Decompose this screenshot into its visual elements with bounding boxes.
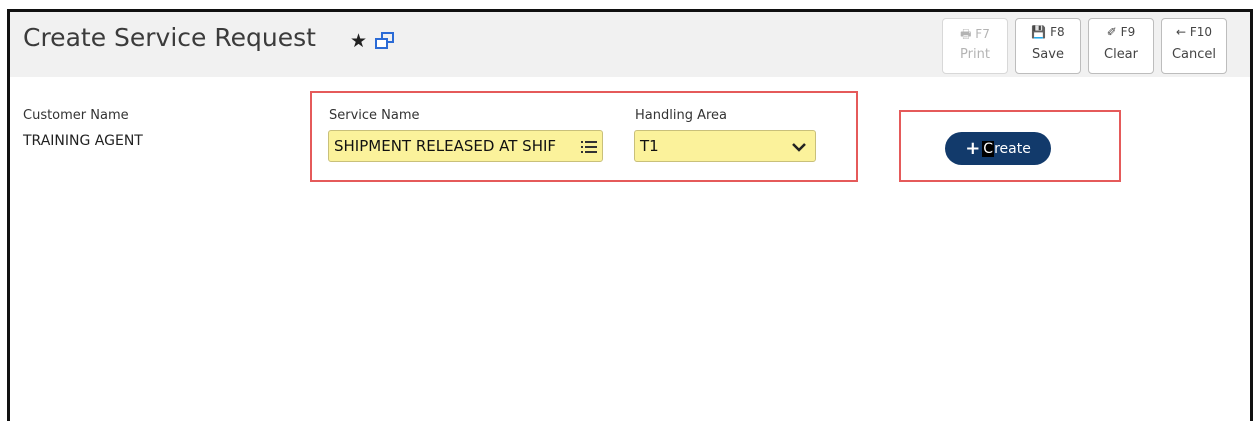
app-window: Create Service Request ★ 🖶 F7 Print 💾 F8… [7,9,1253,421]
eraser-icon: ✐ [1106,25,1117,39]
save-icon: 💾 [1031,25,1047,39]
service-name-label: Service Name [329,108,420,123]
cancel-label: Cancel [1171,47,1217,62]
open-new-window-icon[interactable] [375,32,395,50]
create-label-first: C [982,140,995,157]
create-button[interactable]: + Create [945,132,1051,165]
clear-button[interactable]: ✐ F9 Clear [1088,18,1154,74]
customer-name-value: TRAINING AGENT [23,133,143,149]
handling-area-value: T1 [640,137,659,155]
fkey-code: F8 [1050,25,1065,39]
printer-icon: 🖶 [960,27,972,41]
save-label: Save [1032,47,1064,62]
save-button[interactable]: 💾 F8 Save [1015,18,1081,74]
service-name-value: SHIPMENT RELEASED AT SHIF [334,137,557,155]
cancel-button[interactable]: ← F10 Cancel [1161,18,1227,74]
list-icon[interactable] [581,140,597,154]
favorite-star-icon[interactable]: ★ [350,30,367,52]
handling-area-label: Handling Area [635,108,727,123]
arrow-left-icon: ← [1175,25,1187,39]
handling-area-select[interactable]: T1 [634,130,816,162]
plus-icon: + [965,138,981,159]
page-header: Create Service Request ★ 🖶 F7 Print 💾 F8… [10,12,1250,77]
print-label: Print [960,47,990,62]
page-title: Create Service Request [23,23,316,52]
print-button[interactable]: 🖶 F7 Print [942,18,1008,74]
fkey-code: F7 [975,27,990,41]
create-label-rest: reate [994,140,1031,157]
clear-label: Clear [1104,47,1138,62]
chevron-down-icon [792,143,806,152]
fkey-code: F10 [1189,25,1213,39]
fkey-code: F9 [1120,25,1136,39]
service-name-field[interactable]: SHIPMENT RELEASED AT SHIF [328,130,603,162]
customer-name-label: Customer Name [23,108,129,123]
